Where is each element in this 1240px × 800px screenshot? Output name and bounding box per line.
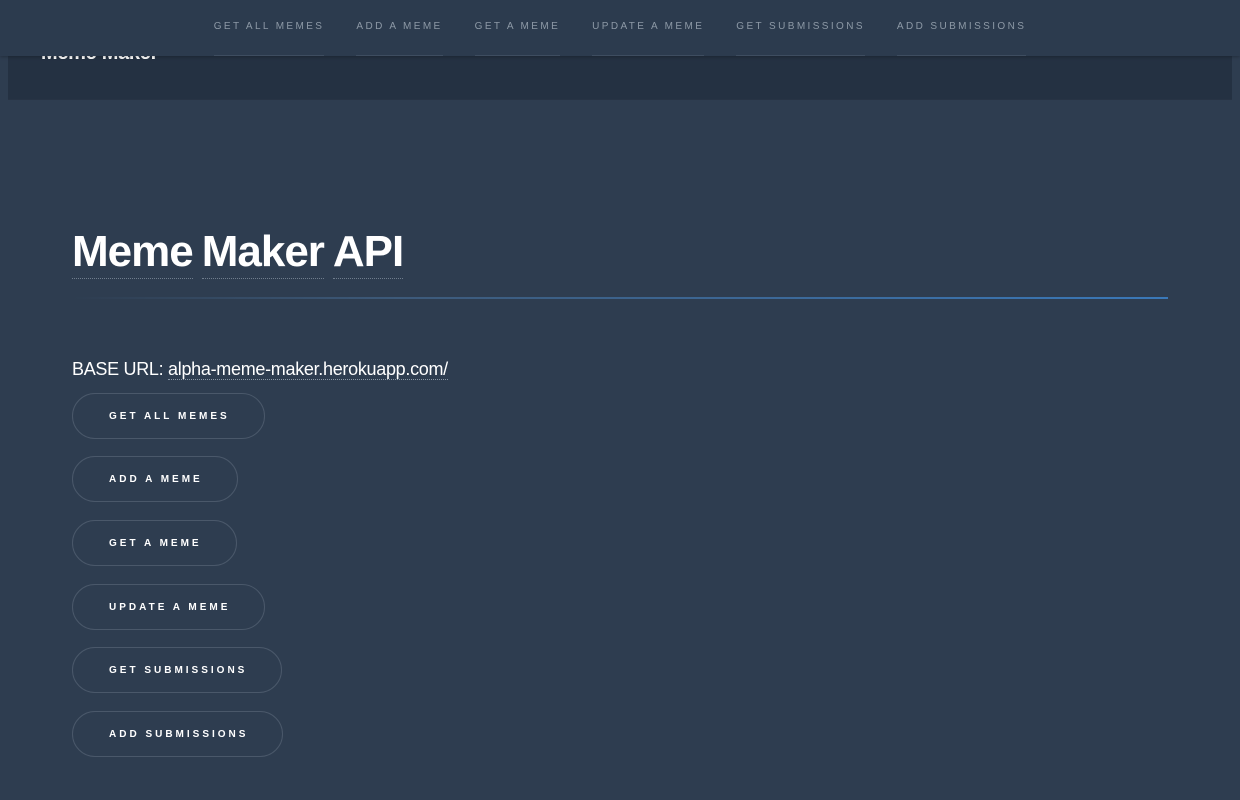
get-a-meme-button[interactable]: Get a meme [72, 520, 237, 566]
page-title-word[interactable]: Maker [201, 226, 325, 279]
add-submissions-button[interactable]: Add submissions [72, 711, 284, 757]
update-a-meme-button[interactable]: Update a meme [72, 584, 266, 630]
api-endpoint-nav: Get all memes Add a meme Get a meme Upda… [0, 0, 1240, 56]
page-title-word[interactable]: API [332, 226, 404, 279]
base-url-link[interactable]: alpha-meme-maker.herokuapp.com/ [168, 359, 448, 380]
nav-link-add-a-meme[interactable]: Add a meme [356, 21, 443, 56]
page-title: Meme Maker API [72, 226, 404, 279]
title-divider [72, 297, 1168, 299]
get-all-memes-button[interactable]: Get all memes [72, 393, 265, 439]
add-a-meme-button[interactable]: Add a meme [72, 456, 238, 502]
base-url-line: BASE URL: alpha-meme-maker.herokuapp.com… [72, 359, 448, 380]
nav-link-add-submissions[interactable]: Add submissions [896, 21, 1027, 56]
get-submissions-button[interactable]: Get submissions [72, 647, 283, 693]
nav-link-get-a-meme[interactable]: Get a meme [474, 21, 561, 56]
nav-link-get-submissions[interactable]: Get submissions [736, 21, 865, 56]
nav-link-update-a-meme[interactable]: Update a meme [592, 21, 705, 56]
page-title-word[interactable]: Meme [72, 226, 194, 279]
base-url-label: BASE URL: [72, 359, 164, 379]
nav-link-get-all-memes[interactable]: Get all memes [213, 21, 325, 56]
